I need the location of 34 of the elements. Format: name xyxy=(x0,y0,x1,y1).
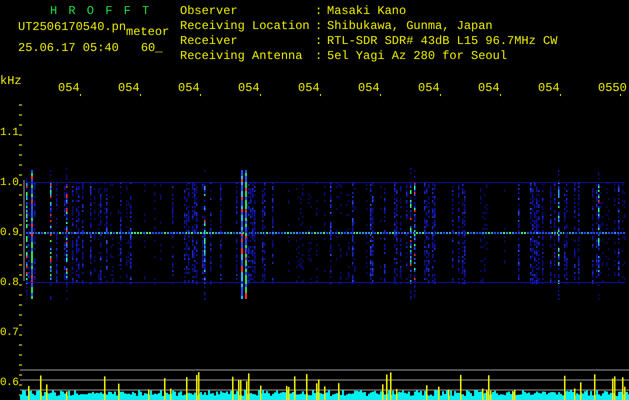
time-label: 054 xyxy=(238,81,260,95)
info-value: 5el Yagi Az 280 for Seoul xyxy=(327,49,508,63)
date-time: 25.06.17 05:40 xyxy=(18,41,119,55)
info-label: Receiving Antenna xyxy=(180,49,304,63)
info-separator: : xyxy=(315,49,324,63)
info-separator: : xyxy=(315,34,324,48)
app-title: H R O F F T xyxy=(50,4,152,18)
frequency-label: 0.6 xyxy=(0,377,18,389)
time-label: 054 xyxy=(58,81,80,95)
time-label: 054 xyxy=(118,81,140,95)
time-label: 054 xyxy=(478,81,500,95)
info-label: Observer xyxy=(180,4,239,18)
info-label: Receiver xyxy=(180,34,239,48)
frequency-label: 0.8 xyxy=(0,277,18,289)
time-label: 054 xyxy=(178,81,200,95)
time-label: 054 xyxy=(538,81,560,95)
info-separator: : xyxy=(315,19,324,33)
info-separator: : xyxy=(315,4,324,18)
info-label: Receiving Location xyxy=(180,19,311,33)
time-label: 054 xyxy=(418,81,440,95)
detection-tag: meteor xyxy=(126,25,170,39)
frequency-label: 0.7 xyxy=(0,327,18,339)
unit-label: kHz xyxy=(0,74,22,88)
time-label: 0550 xyxy=(598,81,627,95)
frequency-label: 1.0 xyxy=(0,177,18,189)
time-label: 054 xyxy=(298,81,320,95)
info-value: RTL-SDR SDR# 43dB L15 96.7MHz CW xyxy=(327,34,558,48)
interval-value: 60_ xyxy=(140,41,162,55)
info-value: Shibukawa, Gunma, Japan xyxy=(327,19,494,33)
info-value: Masaki Kano xyxy=(327,4,408,18)
frequency-label: 1.1 xyxy=(0,127,18,139)
frequency-label: 0.9 xyxy=(0,227,18,239)
time-label: 054 xyxy=(358,81,380,95)
file-name: UT2506170540.pn xyxy=(18,20,126,36)
